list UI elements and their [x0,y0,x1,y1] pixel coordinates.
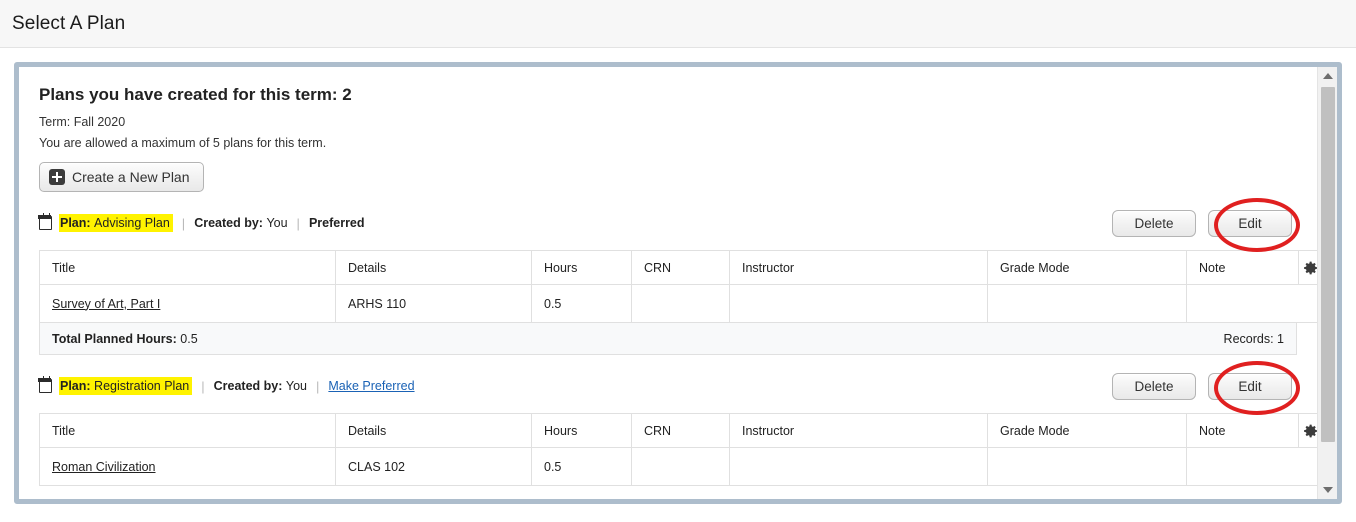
col-header-note[interactable]: Note [1186,250,1299,285]
col-header-crn[interactable]: CRN [631,413,730,448]
col-header-instructor[interactable]: Instructor [729,413,988,448]
course-title-link[interactable]: Roman Civilization [52,460,156,474]
plan-meta: Plan: Advising Plan | Created by: You | … [38,213,365,232]
plan-label: Plan: [60,379,91,393]
course-title-link[interactable]: Survey of Art, Part I [52,297,160,311]
cell-crn [631,284,730,323]
cell-note [1186,447,1317,486]
plan-totals-bar: Total Planned Hours: 0.5 Records: 1 [39,323,1297,355]
col-header-title[interactable]: Title [39,250,336,285]
page-title: Select A Plan [12,12,126,34]
plan-name-highlight: Plan: Advising Plan [59,214,173,232]
cell-grade-mode [987,284,1187,323]
created-by-value: You [285,379,307,393]
created-by-value: You [266,216,288,230]
col-header-details[interactable]: Details [335,413,532,448]
vertical-scrollbar[interactable] [1317,67,1337,499]
col-header-crn[interactable]: CRN [631,250,730,285]
col-header-settings [1298,413,1317,448]
cell-grade-mode [987,447,1187,486]
plan-name: Advising Plan [94,216,170,230]
col-header-details[interactable]: Details [335,250,532,285]
col-header-settings [1298,250,1317,285]
records-count: Records: 1 [1223,331,1284,346]
scroll-down-button[interactable] [1318,481,1337,499]
table-settings-button[interactable] [1302,259,1317,276]
divider: | [316,378,320,394]
triangle-up-icon [1323,73,1333,79]
plan-courses-table: Title Details Hours CRN Instructor Grade… [39,413,1317,486]
edit-plan-button[interactable]: Edit [1208,209,1292,237]
plan-actions: Delete Edit [1112,360,1300,415]
table-header-row: Title Details Hours CRN Instructor Grade… [39,413,1317,448]
plan-header-row: Plan: Registration Plan | Created by: Yo… [38,360,1300,415]
cell-note [1186,284,1317,323]
plans-panel-content: Plans you have created for this term: 2 … [19,67,1317,499]
table-row: Roman Civilization CLAS 102 0.5 [39,447,1317,486]
plan-label: Plan: [60,216,91,230]
plan-name-highlight: Plan: Registration Plan [59,377,193,395]
plan-status: Preferred [308,216,365,230]
plus-square-icon [49,169,65,185]
cell-details: CLAS 102 [335,447,532,486]
make-preferred-link[interactable]: Make Preferred [328,379,414,393]
created-by-label: Created by: [194,216,263,230]
scroll-up-button[interactable] [1318,67,1337,85]
table-settings-button[interactable] [1302,422,1317,439]
delete-plan-button[interactable]: Delete [1112,209,1196,237]
plan-header-row: Plan: Advising Plan | Created by: You | … [38,197,1300,252]
table-row: Survey of Art, Part I ARHS 110 0.5 [39,284,1317,323]
col-header-note[interactable]: Note [1186,413,1299,448]
cell-hours: 0.5 [531,284,632,323]
divider: | [201,378,205,394]
delete-plan-button[interactable]: Delete [1112,372,1196,400]
cell-hours: 0.5 [531,447,632,486]
scrollbar-thumb[interactable] [1321,87,1335,442]
col-header-hours[interactable]: Hours [531,250,632,285]
edit-plan-button[interactable]: Edit [1208,372,1292,400]
plan-courses-table: Title Details Hours CRN Instructor Grade… [39,250,1317,323]
create-new-plan-button[interactable]: Create a New Plan [39,162,204,192]
gear-icon [1304,424,1317,437]
plans-content-area: Plans you have created for this term: 2 … [19,67,1317,486]
term-label: Term: Fall 2020 [39,115,126,129]
divider: | [181,215,186,231]
calendar-icon [38,376,52,393]
col-header-grade-mode[interactable]: Grade Mode [987,250,1187,285]
calendar-icon [38,213,52,230]
total-hours-value: 0.5 [180,331,198,346]
cell-title: Survey of Art, Part I [39,284,336,323]
created-by-label: Created by: [213,379,283,393]
cell-instructor [729,284,988,323]
col-header-hours[interactable]: Hours [531,413,632,448]
cell-crn [631,447,730,486]
plan-name: Registration Plan [94,379,190,393]
gear-icon [1304,261,1317,274]
cell-title: Roman Civilization [39,447,336,486]
cell-details: ARHS 110 [335,284,532,323]
col-header-grade-mode[interactable]: Grade Mode [987,413,1187,448]
max-plans-label: You are allowed a maximum of 5 plans for… [39,136,327,150]
cell-instructor [729,447,988,486]
create-new-plan-label: Create a New Plan [72,169,190,185]
divider: | [296,215,300,231]
plan-meta: Plan: Registration Plan | Created by: Yo… [38,376,415,395]
col-header-title[interactable]: Title [39,413,336,448]
plans-count-heading: Plans you have created for this term: 2 [39,85,352,104]
total-hours-label: Total Planned Hours: [52,331,177,346]
plan-actions: Delete Edit [1112,197,1300,252]
plans-panel: Plans you have created for this term: 2 … [14,62,1342,504]
col-header-instructor[interactable]: Instructor [729,250,988,285]
table-header-row: Title Details Hours CRN Instructor Grade… [39,250,1317,285]
page-header: Select A Plan [0,0,1356,48]
triangle-down-icon [1323,487,1333,493]
